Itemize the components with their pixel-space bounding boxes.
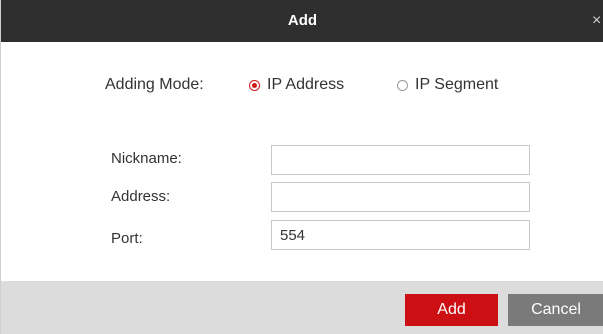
address-label: Address:	[111, 188, 171, 205]
add-device-dialog: Add × Adding Mode: IP Address IP Segment…	[0, 0, 603, 334]
nickname-input[interactable]	[271, 145, 530, 175]
port-input[interactable]	[271, 220, 530, 250]
ip-address-radio[interactable]: IP Address	[249, 76, 344, 94]
nickname-label: Nickname:	[111, 150, 182, 167]
ip-segment-radio-label: IP Segment	[415, 76, 499, 93]
adding-mode-label: Adding Mode:	[105, 76, 204, 93]
ip-address-radio-label: IP Address	[267, 76, 345, 93]
add-button[interactable]: Add	[405, 294, 498, 326]
address-input[interactable]	[271, 182, 530, 212]
cancel-button[interactable]: Cancel	[508, 294, 603, 326]
radio-unchecked-icon	[397, 79, 408, 91]
radio-checked-icon	[249, 79, 260, 91]
ip-segment-radio[interactable]: IP Segment	[397, 76, 498, 94]
port-label: Port:	[111, 230, 143, 247]
dialog-titlebar: Add ×	[1, 0, 603, 42]
dialog-title: Add	[287, 12, 318, 29]
close-icon[interactable]: ×	[592, 0, 603, 42]
